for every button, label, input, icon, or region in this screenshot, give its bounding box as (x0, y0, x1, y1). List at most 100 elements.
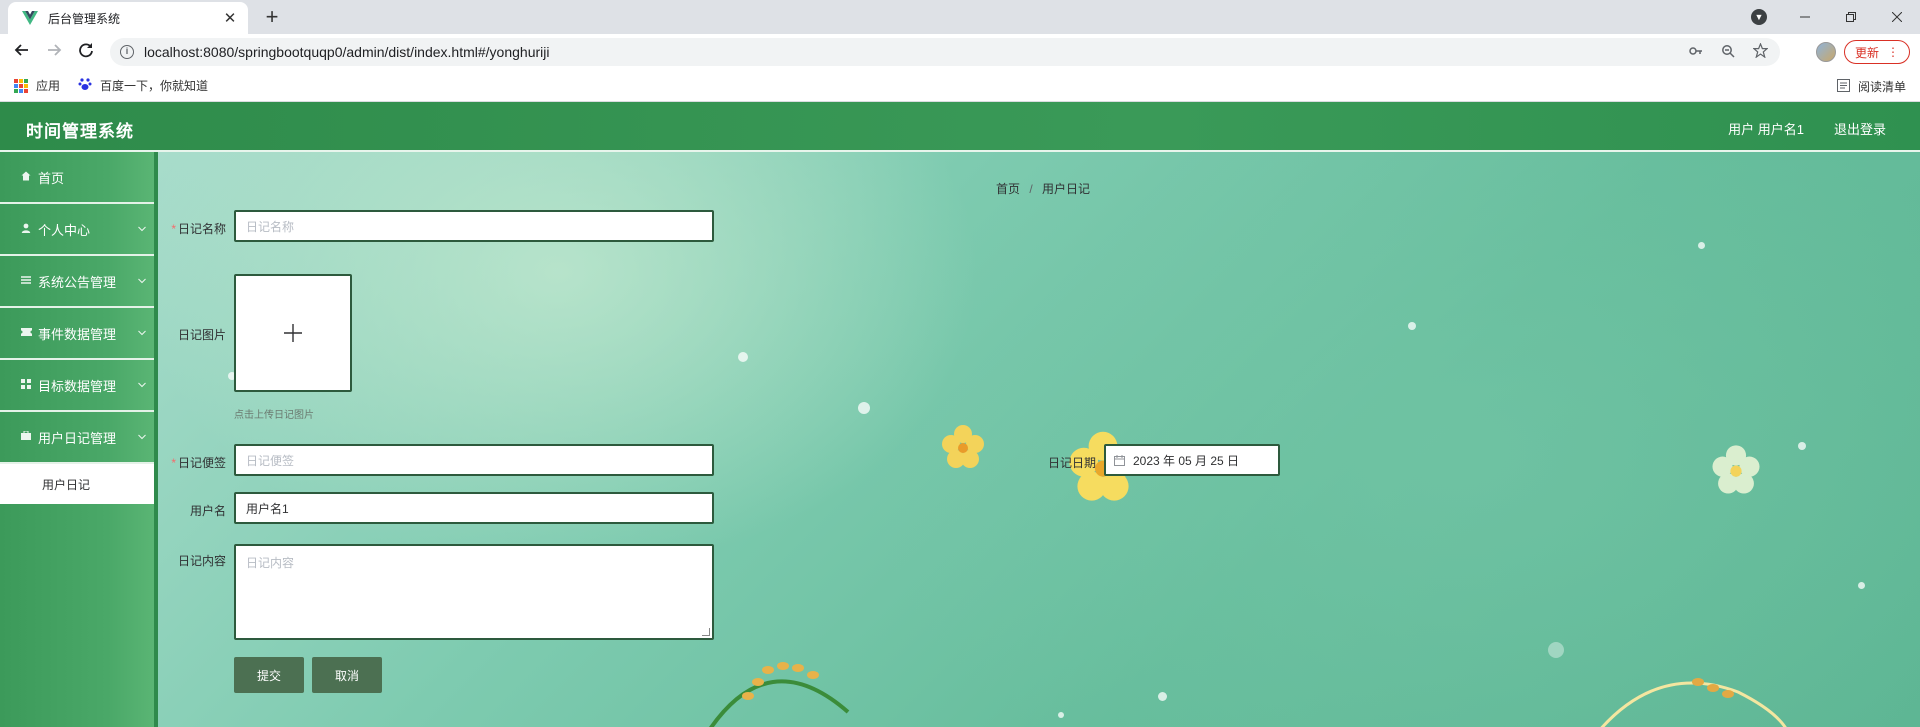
vue-logo-icon (22, 11, 38, 25)
sidebar-item-label: 目标数据管理 (38, 378, 117, 394)
bookmark-label: 百度一下，你就知道 (100, 79, 209, 93)
diary-name-input[interactable]: 日记名称 (234, 210, 714, 242)
reading-list-button[interactable]: 阅读清单 (1836, 78, 1906, 95)
chevron-down-icon (138, 380, 146, 390)
sparkle-decoration (1408, 322, 1416, 330)
grain-stalk-decoration (709, 662, 850, 727)
star-icon[interactable] (1750, 42, 1770, 61)
new-tab-button[interactable]: + (258, 4, 286, 32)
chevron-down-icon (138, 276, 146, 286)
zoom-icon[interactable] (1718, 44, 1738, 61)
breadcrumb: 首页 / 用户日记 (996, 180, 1090, 197)
chevron-down-icon (138, 328, 146, 338)
more-vertical-icon: ⋮ (1887, 45, 1899, 59)
sidebar-item-home[interactable]: 首页 (0, 152, 154, 204)
back-arrow-icon[interactable] (10, 40, 34, 64)
diary-date-picker[interactable]: 2023 年 05 月 25 日 (1104, 444, 1280, 476)
address-bar[interactable]: i localhost:8080/springbootquqp0/admin/d… (110, 38, 1780, 66)
resize-handle-icon[interactable] (702, 628, 710, 636)
sidebar-item-events[interactable]: 事件数据管理 (0, 308, 154, 360)
submit-button[interactable]: 提交 (234, 657, 304, 693)
update-button[interactable]: 更新 ⋮ (1844, 40, 1910, 64)
app-brand: 时间管理系统 (26, 122, 134, 141)
diary-date-label: 日记日期 (1047, 456, 1096, 470)
diary-date-value: 2023 年 05 月 25 日 (1133, 453, 1240, 468)
plus-icon (284, 324, 302, 342)
required-mark: * (171, 456, 176, 470)
reload-icon[interactable] (74, 40, 98, 64)
diary-name-placeholder: 日记名称 (246, 219, 295, 234)
profile-avatar[interactable] (1816, 42, 1836, 62)
image-upload-button[interactable] (234, 274, 352, 392)
sidebar-item-goals[interactable]: 目标数据管理 (0, 360, 154, 412)
tab-search-button[interactable]: ▼ (1736, 0, 1782, 34)
home-icon (20, 171, 32, 184)
reading-list-label: 阅读清单 (1857, 80, 1906, 94)
grain-stalk-decoration (1600, 678, 1787, 727)
ticket-icon (20, 327, 32, 339)
diary-name-label: * 日记名称 (171, 222, 226, 236)
tab-title: 后台管理系统 (48, 11, 121, 26)
bookmark-apps[interactable]: 应用 (14, 77, 60, 94)
breadcrumb-home[interactable]: 首页 (996, 182, 1020, 196)
sidebar-item-label: 事件数据管理 (38, 326, 117, 342)
sparkle-decoration (858, 402, 870, 414)
username-input[interactable]: 用户名1 (234, 492, 714, 524)
diary-note-placeholder: 日记便签 (246, 453, 295, 468)
sidebar-item-announcements[interactable]: 系统公告管理 (0, 256, 154, 308)
username-value: 用户名1 (246, 501, 289, 516)
update-label: 更新 (1854, 45, 1879, 60)
current-user: 用户 用户名1 (1728, 122, 1804, 137)
required-mark: * (171, 222, 176, 236)
diary-image-label: 日记图片 (177, 328, 226, 342)
close-icon (1892, 12, 1902, 22)
browser-tab-strip: 后台管理系统 ✕ + ▼ (0, 0, 1920, 34)
chevron-down-icon: ▼ (1751, 9, 1767, 25)
admin-app: 时间管理系统 用户 用户名1 退出登录 首页 个人中心 系统公告管理 事件数据管… (0, 102, 1920, 727)
browser-tab[interactable]: 后台管理系统 ✕ (8, 2, 248, 34)
tab-close-icon[interactable]: ✕ (222, 9, 238, 27)
diary-note-label: * 日记便签 (171, 456, 226, 470)
app-header: 时间管理系统 用户 用户名1 退出登录 (0, 102, 1920, 152)
sparkle-decoration (1158, 692, 1167, 701)
cancel-button[interactable]: 取消 (312, 657, 382, 693)
chevron-down-icon (138, 224, 146, 234)
sidebar-item-label: 用户日记管理 (38, 430, 117, 446)
diary-note-input[interactable]: 日记便签 (234, 444, 714, 476)
url-text[interactable]: localhost:8080/springbootquqp0/admin/dis… (144, 44, 1674, 60)
reading-list-icon (1836, 78, 1850, 95)
briefcase-icon (20, 430, 32, 443)
sidebar-item-profile[interactable]: 个人中心 (0, 204, 154, 256)
sidebar-item-label: 首页 (38, 170, 65, 186)
bookmarks-bar: 应用 百度一下，你就知道 阅读清单 (0, 70, 1920, 102)
sparkle-decoration (1058, 712, 1064, 718)
upload-tip: 点击上传日记图片 (234, 410, 314, 421)
sidebar-item-label: 个人中心 (38, 222, 91, 238)
breadcrumb-separator: / (1029, 182, 1033, 196)
username-label: 用户名 (189, 504, 226, 518)
info-icon[interactable]: i (120, 45, 134, 59)
restore-icon (1846, 12, 1856, 22)
forward-arrow-icon[interactable] (42, 40, 66, 64)
calendar-icon (1114, 454, 1125, 466)
breadcrumb-current: 用户日记 (1042, 182, 1091, 196)
diary-content-textarea[interactable]: 日记内容 (234, 544, 714, 640)
apps-grid-icon (14, 78, 28, 93)
list-icon (20, 275, 32, 288)
logout-link[interactable]: 退出登录 (1834, 119, 1886, 138)
sidebar-subitem-user-diary[interactable]: 用户日记 (0, 464, 154, 504)
white-flower-decoration (1712, 445, 1760, 494)
bookmark-baidu[interactable]: 百度一下，你就知道 (78, 77, 208, 94)
sparkle-decoration (1798, 442, 1806, 450)
restore-button[interactable] (1828, 0, 1874, 34)
sidebar: 首页 个人中心 系统公告管理 事件数据管理 目标数据管理 用户日记管理 用户日记 (0, 152, 158, 727)
chevron-down-icon (138, 432, 146, 442)
grid-icon (20, 378, 32, 392)
key-icon[interactable] (1686, 44, 1706, 61)
sidebar-item-diary[interactable]: 用户日记管理 (0, 412, 154, 464)
sparkle-decoration (738, 352, 748, 362)
diary-content-label: 日记内容 (177, 554, 226, 568)
sparkle-decoration (1858, 582, 1865, 589)
close-window-button[interactable] (1874, 0, 1920, 34)
minimize-button[interactable] (1782, 0, 1828, 34)
